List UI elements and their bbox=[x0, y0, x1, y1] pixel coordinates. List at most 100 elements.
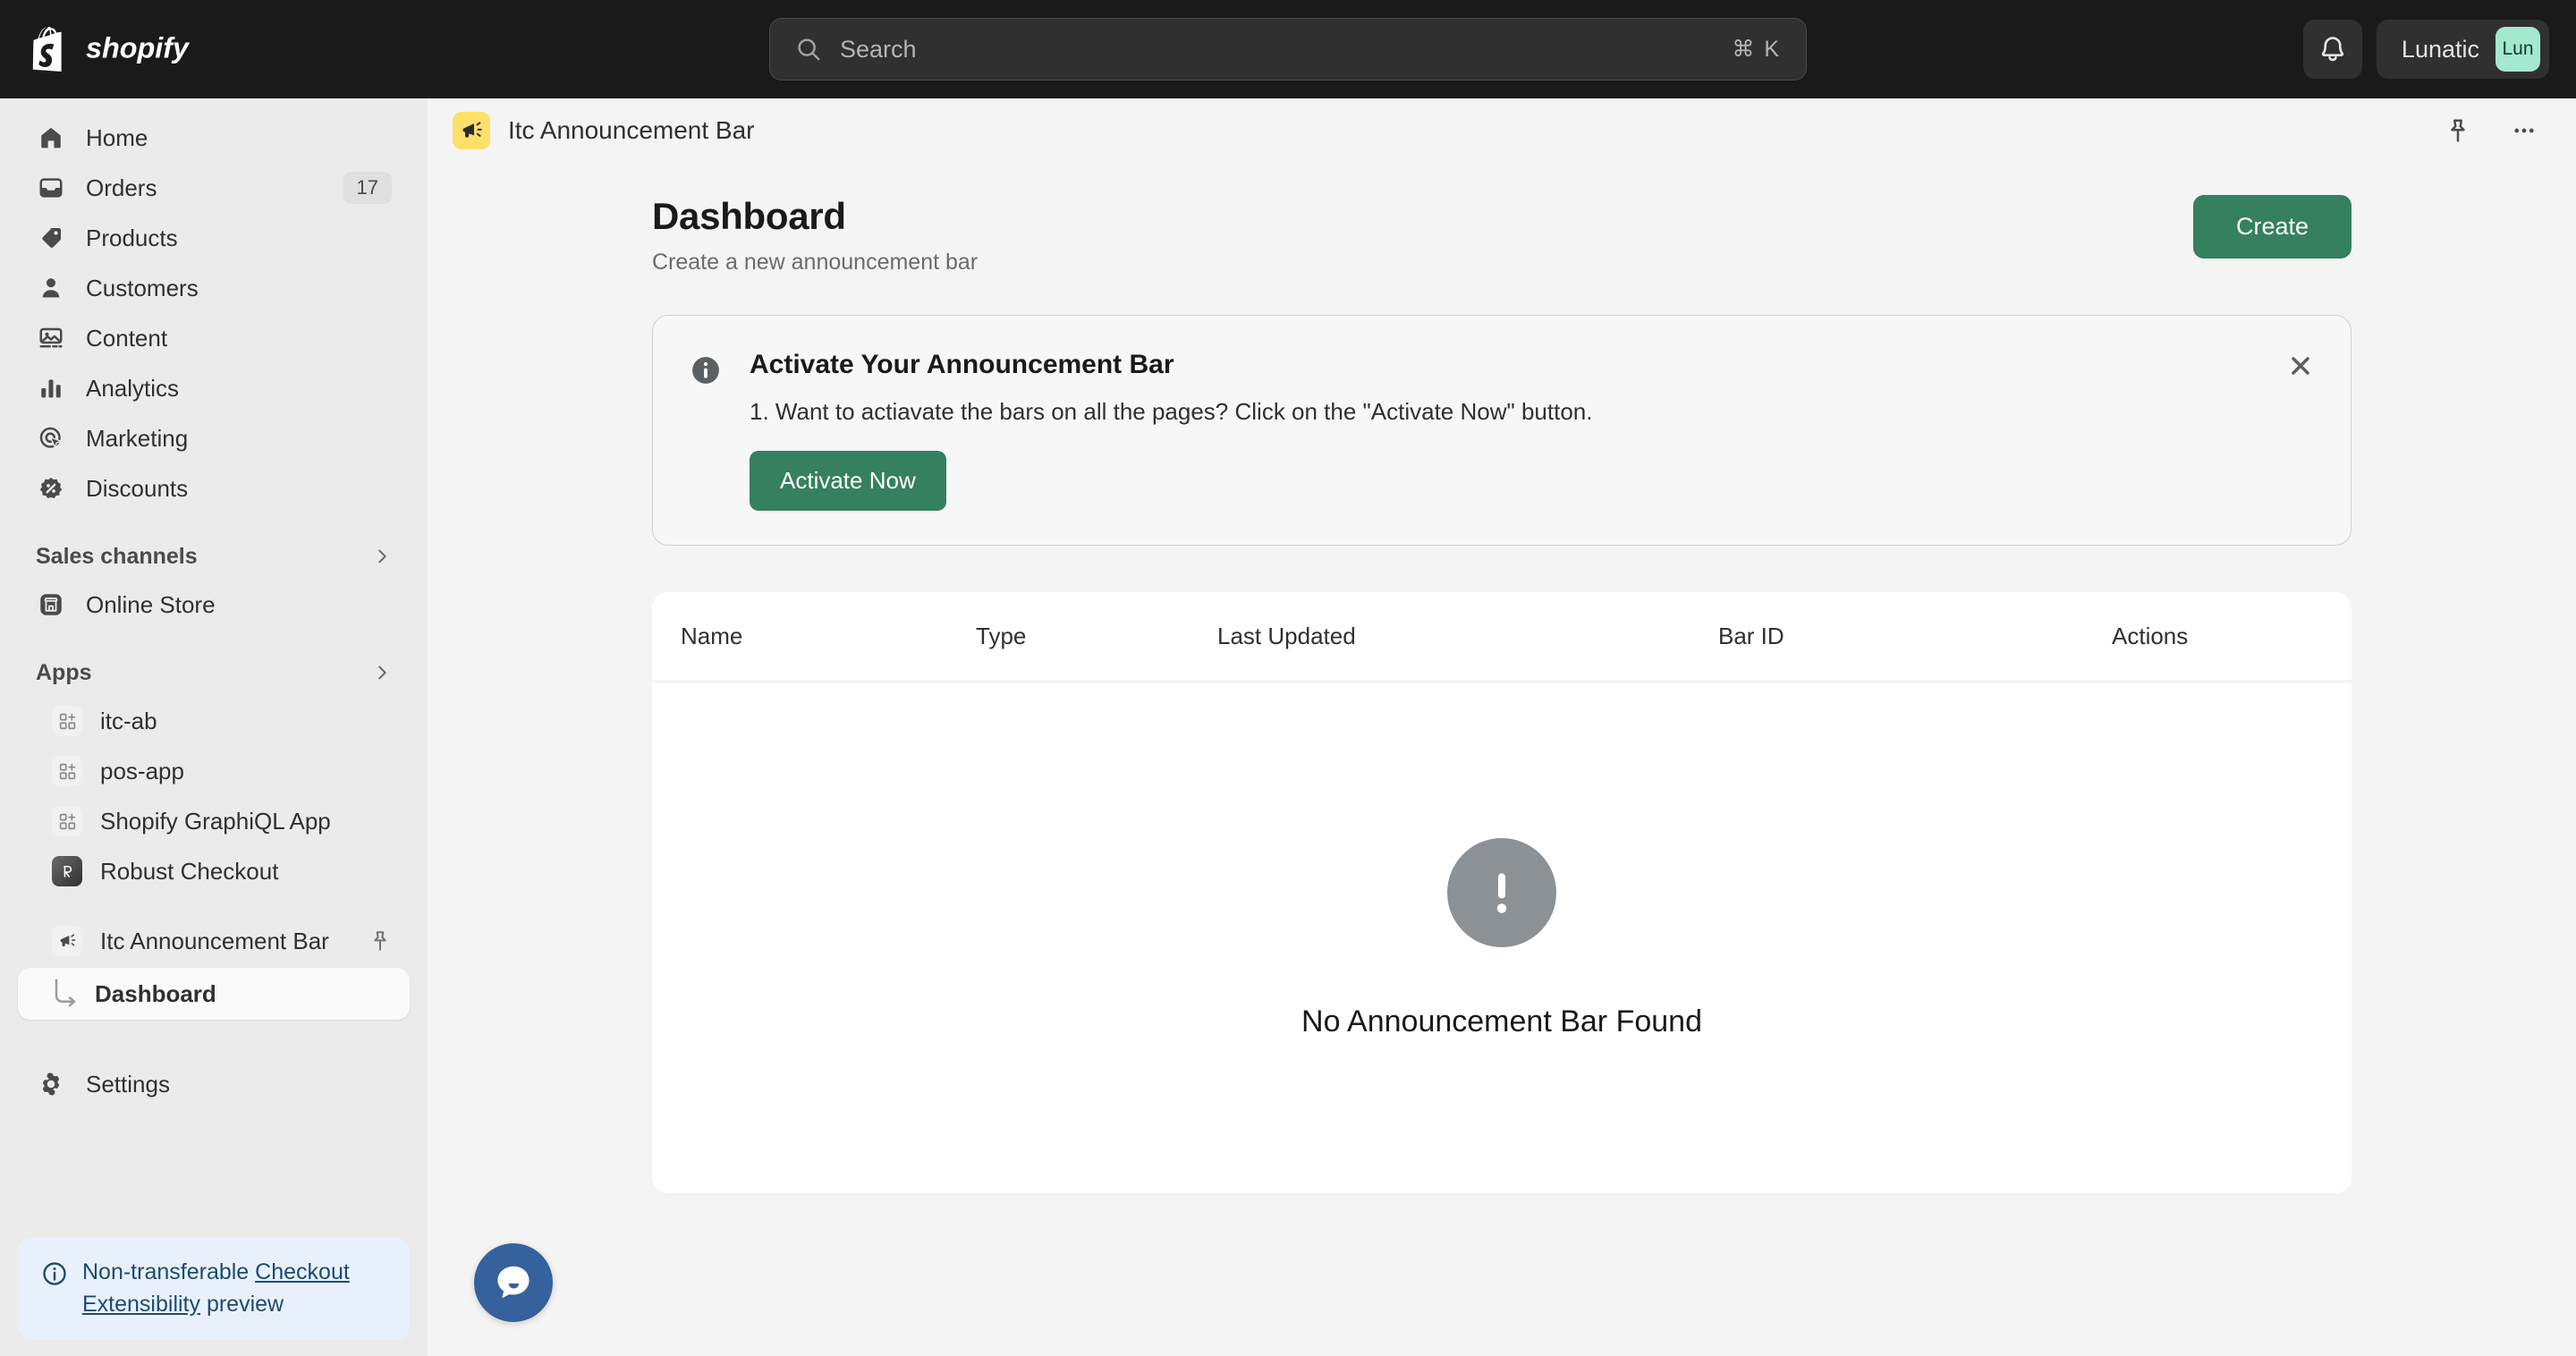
column-header-type: Type bbox=[976, 622, 1027, 649]
bell-icon bbox=[2321, 37, 2344, 62]
create-button[interactable]: Create bbox=[2192, 195, 2351, 258]
products-icon bbox=[36, 223, 66, 253]
sidebar-item-label: pos-app bbox=[100, 757, 184, 784]
sub-branch-arrow-icon bbox=[55, 979, 76, 1007]
user-menu-button[interactable]: Lunatic Lun bbox=[2376, 20, 2549, 79]
pin-icon[interactable] bbox=[369, 929, 392, 953]
robust-checkout-icon bbox=[52, 856, 82, 886]
search-shortcut: ⌘ K bbox=[1732, 37, 1781, 62]
sidebar-item-label: Discounts bbox=[86, 474, 189, 502]
discounts-icon bbox=[36, 473, 66, 504]
sidebar-item-online-store[interactable]: Online Store bbox=[18, 580, 410, 630]
sidebar-item-shopify-graphiql-app[interactable]: Shopify GraphiQL App bbox=[18, 796, 410, 846]
app-grid-icon bbox=[52, 706, 82, 736]
sidebar-item-settings[interactable]: Settings bbox=[18, 1059, 410, 1109]
shopify-wordmark: shopify bbox=[86, 32, 191, 64]
page-subtitle: Create a new announcement bar bbox=[652, 250, 979, 275]
sidebar-item-discounts[interactable]: Discounts bbox=[18, 463, 410, 513]
sidebar-footer: Non-transferable Checkout Extensibility … bbox=[0, 1237, 428, 1356]
sidebar-item-label: Shopify GraphiQL App bbox=[100, 807, 331, 835]
active-app-group: Itc Announcement Bar Dashboard bbox=[0, 916, 428, 1020]
empty-state-icon bbox=[1447, 837, 1556, 947]
notice-title: Activate Your Announcement Bar bbox=[750, 350, 1174, 379]
ellipsis-icon bbox=[2514, 128, 2534, 133]
sidebar-item-pos-app[interactable]: pos-app bbox=[18, 746, 410, 796]
store-icon bbox=[36, 589, 66, 620]
gear-icon bbox=[36, 1069, 66, 1099]
column-header-actions: Actions bbox=[2112, 622, 2189, 649]
sidebar-item-label: Online Store bbox=[86, 590, 216, 618]
home-icon bbox=[36, 123, 66, 153]
info-icon bbox=[43, 1262, 66, 1285]
marketing-icon bbox=[36, 423, 66, 453]
shopify-logo[interactable]: shopify bbox=[0, 27, 214, 72]
page-title: Dashboard bbox=[652, 195, 846, 237]
sidebar-item-label: Content bbox=[86, 324, 168, 352]
banner-text: Non-transferable Checkout Extensibility … bbox=[82, 1257, 386, 1320]
column-header-last-updated: Last Updated bbox=[1217, 622, 1356, 649]
content-inner: Dashboard Create a new announcement bar … bbox=[652, 195, 2351, 1193]
announcement-bars-table-body: No Announcement Bar Found bbox=[652, 683, 2351, 1193]
page-header: Dashboard Create a new announcement bar … bbox=[652, 195, 2351, 275]
section-title: Sales channels bbox=[36, 543, 198, 569]
search-input[interactable]: Search ⌘ K bbox=[769, 18, 1807, 81]
shopify-admin-window: shopify Search ⌘ K Lunatic Lun Home Orde… bbox=[0, 0, 2576, 1356]
sidebar-item-itc-announcement-bar[interactable]: Itc Announcement Bar bbox=[18, 916, 410, 966]
sidebar-item-dashboard[interactable]: Dashboard bbox=[18, 968, 410, 1020]
pin-icon bbox=[2451, 119, 2465, 142]
sidebar-section-apps[interactable]: Apps bbox=[18, 649, 410, 696]
exclamation-icon bbox=[1496, 872, 1507, 913]
sidebar-item-marketing[interactable]: Marketing bbox=[18, 413, 410, 463]
search-icon bbox=[798, 38, 820, 61]
activate-now-button[interactable]: Activate Now bbox=[750, 451, 946, 511]
customers-icon bbox=[36, 273, 66, 303]
analytics-icon bbox=[36, 373, 66, 403]
sidebar-item-robust-checkout[interactable]: Robust Checkout bbox=[18, 846, 410, 896]
megaphone-icon bbox=[52, 926, 82, 956]
sidebar-item-itc-ab[interactable]: itc-ab bbox=[18, 696, 410, 746]
announcement-bars-table-header: Name Type Last Updated Bar ID Actions bbox=[652, 592, 2351, 680]
sidebar-item-customers[interactable]: Customers bbox=[18, 263, 410, 313]
embedded-app-header: Itc Announcement Bar bbox=[428, 98, 2576, 163]
sidebar-item-label: Dashboard bbox=[95, 979, 216, 1007]
notifications-button[interactable] bbox=[2302, 20, 2362, 79]
page-heading-group: Dashboard Create a new announcement bar bbox=[652, 195, 978, 275]
banner-trail: preview bbox=[206, 1291, 284, 1317]
content-icon bbox=[36, 323, 66, 353]
sidebar-item-label: Products bbox=[86, 224, 178, 251]
sidebar-section-sales-channels[interactable]: Sales channels bbox=[18, 533, 410, 580]
banner-lead: Non-transferable bbox=[82, 1259, 250, 1284]
close-notice-button[interactable] bbox=[2283, 348, 2318, 384]
global-search[interactable]: Search ⌘ K bbox=[769, 18, 1807, 81]
sidebar-item-label: Home bbox=[86, 123, 148, 151]
sidebar-item-analytics[interactable]: Analytics bbox=[18, 363, 410, 413]
empty-state-text: No Announcement Bar Found bbox=[1301, 1004, 1702, 1038]
sidebar-item-label: Analytics bbox=[86, 374, 180, 402]
chevron-right-icon bbox=[378, 549, 386, 564]
sidebar-item-orders[interactable]: Orders 17 bbox=[18, 163, 410, 213]
more-options-button[interactable] bbox=[2504, 111, 2544, 150]
sidebar-item-label: Orders bbox=[86, 174, 157, 201]
app-grid-icon bbox=[52, 756, 82, 786]
sidebar-item-content[interactable]: Content bbox=[18, 313, 410, 363]
app-icon bbox=[453, 112, 490, 149]
orders-icon bbox=[36, 173, 66, 203]
sidebar-item-products[interactable]: Products bbox=[18, 213, 410, 263]
notice-text: 1. Want to actiavate the bars on all the… bbox=[750, 398, 1593, 425]
close-icon bbox=[2292, 357, 2309, 375]
notice-body: Activate Your Announcement Bar 1. Want t… bbox=[750, 350, 1592, 511]
checkout-extensibility-banner[interactable]: Non-transferable Checkout Extensibility … bbox=[18, 1237, 410, 1340]
orders-count-badge: 17 bbox=[343, 172, 392, 204]
section-title: Apps bbox=[36, 659, 92, 685]
chat-bubble-icon bbox=[497, 1266, 530, 1299]
avatar: Lun bbox=[2496, 27, 2540, 72]
app-header-actions bbox=[2438, 111, 2544, 150]
pin-app-button[interactable] bbox=[2438, 111, 2478, 150]
chat-widget-button[interactable] bbox=[474, 1243, 553, 1322]
column-header-name: Name bbox=[681, 622, 743, 649]
sidebar-item-home[interactable]: Home bbox=[18, 113, 410, 163]
top-bar: shopify Search ⌘ K Lunatic Lun bbox=[0, 0, 2576, 98]
svg-text:shopify: shopify bbox=[86, 32, 191, 64]
sidebar-item-label: Customers bbox=[86, 274, 199, 301]
app-grid-icon bbox=[52, 806, 82, 836]
